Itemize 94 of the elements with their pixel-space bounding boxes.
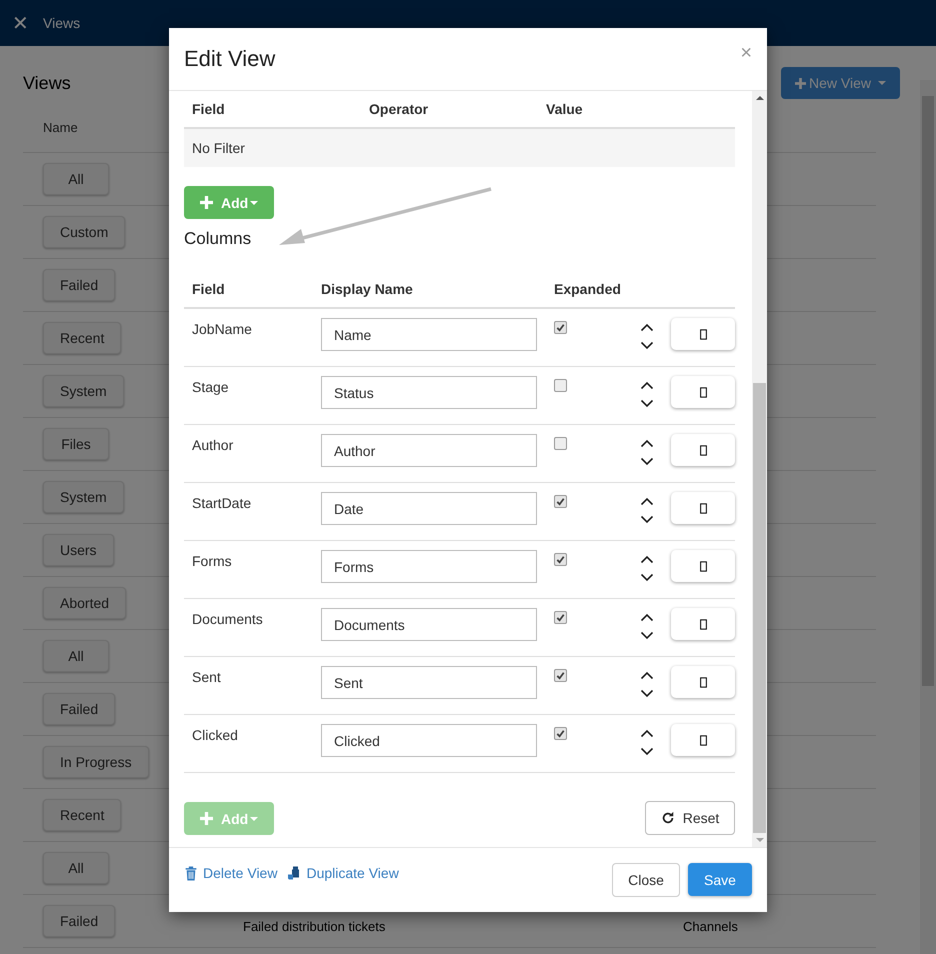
field-name: StartDate [192,494,252,511]
trash-icon [184,866,198,880]
rectangle-icon [700,560,706,572]
rectangle-icon [700,328,706,340]
chevron-down-icon[interactable] [640,747,654,756]
column-header: Name [43,120,78,135]
field-name: Sent [192,668,222,685]
expanded-checkbox[interactable] [554,727,567,740]
page-title: Views [23,72,71,94]
copy-icon [287,866,302,880]
expanded-checkbox[interactable] [554,379,567,392]
column-header: Field [192,101,226,117]
duplicate-view-link[interactable]: Duplicate View [287,865,399,881]
view-button[interactable]: System [43,481,124,513]
expanded-checkbox[interactable] [554,321,567,334]
display-name-field[interactable]: Date [321,492,537,525]
view-button[interactable]: Users [43,534,114,566]
field-name: Stage [192,378,230,395]
column-header: Operator [369,101,430,117]
chevron-up-icon[interactable] [640,555,654,564]
field-name: Forms [192,552,233,569]
reset-button[interactable]: Reset [645,801,735,835]
chevron-up-icon[interactable] [640,381,654,390]
close-button[interactable]: Close [612,863,680,897]
app-title: Views [43,15,80,31]
column-header: Field [192,281,226,297]
chevron-up-icon[interactable] [640,613,654,622]
chevron-up-icon[interactable] [640,729,654,738]
chevron-down-icon[interactable] [640,341,654,350]
column-header: Display Name [321,281,414,297]
view-button[interactable]: Custom [43,216,126,248]
view-button[interactable]: Files [43,428,109,460]
chevron-down-icon[interactable] [640,515,654,524]
view-button[interactable]: Failed [43,905,116,937]
view-button[interactable]: System [43,375,124,407]
chevron-up-icon[interactable] [640,497,654,506]
chevron-down-icon[interactable] [640,689,654,698]
rectangle-icon [700,386,706,398]
plus-icon [200,812,213,825]
view-button[interactable]: Recent [43,799,122,831]
add-filter-button[interactable]: Add [184,186,274,219]
field-name: Author [192,436,234,453]
column-header: Value [546,101,584,117]
rectangle-icon [700,502,706,514]
chevron-up-icon[interactable] [640,439,654,448]
close-icon[interactable]: ✕ [12,10,29,36]
chevron-up-icon[interactable] [640,323,654,332]
expanded-checkbox[interactable] [554,553,567,566]
rectangle-icon [700,676,706,688]
empty-text: No Filter [192,140,245,156]
expanded-checkbox[interactable] [554,437,567,450]
view-button[interactable]: Failed [43,693,116,725]
view-button[interactable]: Failed [43,269,116,301]
delete-view-link[interactable]: Delete View [184,865,278,881]
display-name-field[interactable]: Forms [321,550,537,583]
scrollbar[interactable] [752,91,767,847]
display-name-field[interactable]: Sent [321,666,537,699]
view-button[interactable]: All [43,852,109,884]
view-button[interactable]: All [43,163,109,195]
expanded-checkbox[interactable] [554,611,567,624]
display-name-field[interactable]: Name [321,318,537,351]
view-button[interactable]: All [43,640,109,672]
description-cell: Failed distribution tickets [243,919,386,934]
field-name: Documents [192,610,264,627]
expanded-checkbox[interactable] [554,669,567,682]
save-button[interactable]: Save [688,863,752,896]
category-cell: Channels [683,919,738,934]
rectangle-icon [700,734,706,746]
chevron-down-icon[interactable] [640,631,654,640]
rectangle-icon [700,444,706,456]
chevron-down-icon[interactable] [640,573,654,582]
display-name-field[interactable]: Author [321,434,537,467]
new-view-button[interactable]: New View [781,67,900,99]
scrollbar[interactable] [920,80,936,954]
chevron-down-icon[interactable] [640,399,654,408]
rectangle-icon [700,618,706,630]
plus-icon [200,196,213,209]
chevron-down-icon[interactable] [640,457,654,466]
section-title: Columns [184,229,252,250]
chevron-up-icon[interactable] [640,671,654,680]
display-name-field[interactable]: Status [321,376,537,409]
view-button[interactable]: In Progress [43,746,149,778]
column-header: Expanded [554,281,622,297]
close-button[interactable]: × [740,42,752,65]
display-name-field[interactable]: Clicked [321,724,537,757]
view-button[interactable]: Aborted [43,587,126,619]
field-name: JobName [192,320,253,337]
display-name-field[interactable]: Documents [321,608,537,641]
view-button[interactable]: Recent [43,322,122,354]
plus-icon [795,78,806,88]
refresh-icon [660,811,675,825]
dialog-title: Edit View [184,46,276,72]
field-name: Clicked [192,726,239,743]
expanded-checkbox[interactable] [554,495,567,508]
